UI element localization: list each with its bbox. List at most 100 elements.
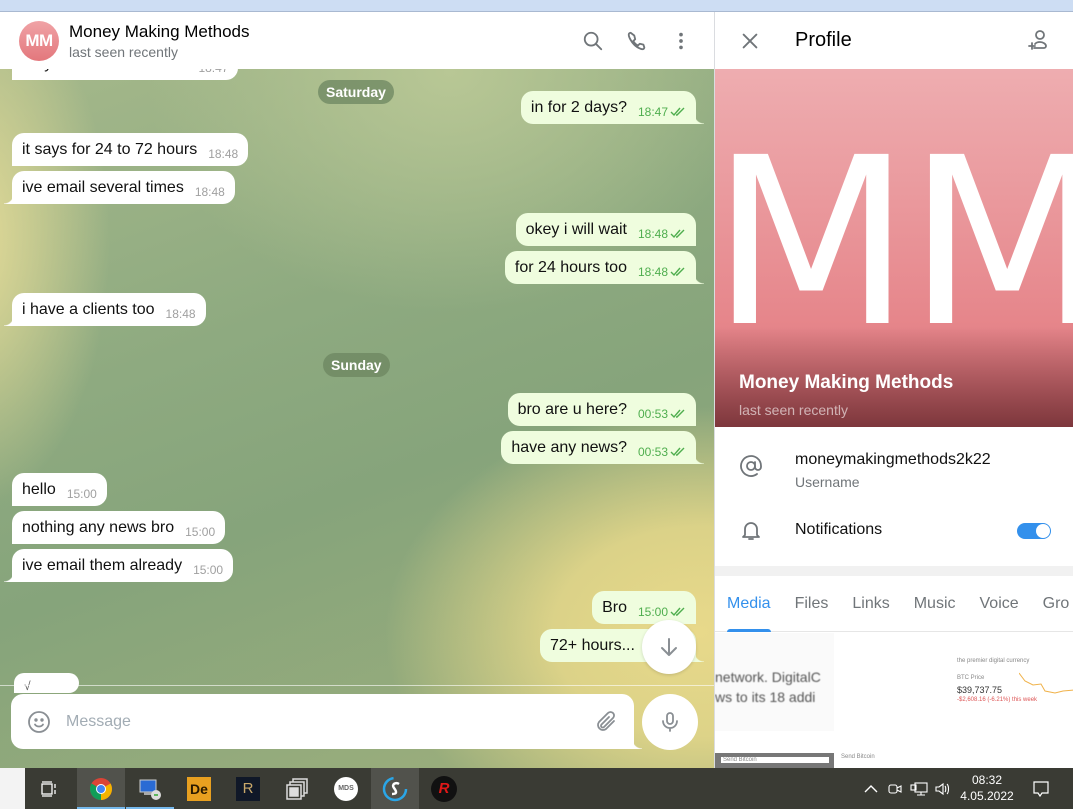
notifications-toggle[interactable]: [1017, 523, 1051, 539]
tray-network[interactable]: [907, 768, 931, 809]
profile-photo-banner[interactable]: MM Money Making Methods last seen recent…: [715, 69, 1073, 427]
media-thumbnail[interactable]: Send Bitcoin: [715, 753, 834, 768]
double-check-icon: [670, 229, 685, 238]
composer-divider: [0, 685, 714, 686]
clock-time: 08:32: [971, 773, 1003, 787]
tab-voice[interactable]: Voice: [968, 576, 1031, 632]
message-outgoing[interactable]: okey i will wait 18:48: [515, 213, 696, 246]
btc-price-sparkline: [1019, 672, 1073, 694]
media-thumbnail[interactable]: Send Bitcoin: [835, 748, 954, 768]
taskbar-clock[interactable]: 08:32 4.05.2022: [955, 772, 1019, 804]
double-check-icon: [670, 447, 685, 456]
message-incoming[interactable]: nothing any news bro 15:00: [12, 511, 226, 544]
arrow-down-icon: [661, 638, 677, 656]
paperclip-icon[interactable]: [594, 710, 618, 739]
scroll-down-button[interactable]: [642, 620, 696, 674]
message-outgoing[interactable]: for 24 hours too 18:48: [504, 251, 705, 284]
more-vertical-icon[interactable]: [668, 28, 694, 54]
username-label: Username: [795, 474, 860, 490]
chevron-up-icon: [864, 784, 878, 792]
profile-name: Money Making Methods: [739, 372, 954, 393]
notifications-label: Notifications: [795, 521, 883, 538]
double-check-icon: [670, 107, 685, 116]
message-incoming[interactable]: ive email them already 15:00: [3, 549, 234, 582]
notification-center-icon: [1033, 780, 1049, 797]
media-thumbnail[interactable]: the premier digital currency BTC Price $…: [955, 633, 1073, 748]
search-icon[interactable]: [580, 28, 606, 54]
chat-area: they have maintenance 18:47 MM Money Mak…: [0, 12, 714, 768]
network-icon: [910, 781, 928, 796]
banner-initials: MM: [715, 108, 1073, 378]
taskbar-chrome[interactable]: [77, 768, 125, 809]
at-sign-icon: [737, 452, 765, 480]
message-incoming[interactable]: i have a clients too 18:48: [4, 293, 206, 326]
action-center[interactable]: [1028, 768, 1054, 809]
date-separator-saturday: Saturday: [318, 80, 394, 104]
message-incoming[interactable]: ive email several times 18:48: [4, 171, 235, 204]
taskbar-r-app[interactable]: R: [224, 768, 272, 809]
tab-media[interactable]: Media: [715, 576, 783, 632]
chat-title[interactable]: Money Making Methods: [69, 22, 249, 42]
s-app-icon: [382, 776, 408, 801]
show-hidden-icons[interactable]: [860, 768, 882, 809]
mds-icon: MDS: [334, 776, 358, 801]
task-view-icon: [41, 780, 56, 797]
message-incoming[interactable]: it says for 24 to 72 hours 18:48: [12, 133, 249, 166]
chat-avatar[interactable]: MM: [19, 21, 59, 61]
media-thumbnail[interactable]: network. DigitalC ws to its 18 addi: [715, 633, 834, 731]
media-grid: network. DigitalC ws to its 18 addi the …: [715, 633, 1073, 768]
chat-header: MM Money Making Methods last seen recent…: [0, 12, 714, 69]
clock-date: 4.05.2022: [960, 789, 1014, 803]
multi-window-icon: [286, 777, 308, 800]
tray-camera[interactable]: [884, 768, 906, 809]
notifications-row[interactable]: Notifications: [715, 508, 1073, 558]
message-incoming-partial: √: [14, 673, 79, 693]
message-outgoing[interactable]: Bro 15:00: [592, 591, 696, 624]
volume-icon: [935, 782, 950, 795]
microphone-icon: [662, 712, 678, 732]
taskbar-remote-desktop[interactable]: [126, 768, 174, 809]
username-row[interactable]: moneymakingmethods2k22 Username: [715, 440, 1073, 500]
message-input[interactable]: [66, 708, 566, 736]
r-app-icon: R: [236, 776, 260, 801]
voice-record-button[interactable]: [642, 694, 698, 750]
taskbar-mds[interactable]: MDS: [322, 768, 370, 809]
browser-toolbar-strip: [0, 0, 1073, 12]
profile-panel: Profile MM Money Making Methods last see…: [714, 12, 1073, 768]
taskbar-s-app[interactable]: [371, 768, 419, 809]
tab-links[interactable]: Links: [840, 576, 901, 632]
date-separator-sunday: Sunday: [323, 353, 390, 377]
add-contact-icon[interactable]: [1027, 28, 1051, 57]
tray-volume[interactable]: [932, 768, 954, 809]
emoji-icon[interactable]: [27, 710, 51, 739]
task-view-button[interactable]: [25, 768, 73, 809]
profile-header: Profile: [715, 12, 1073, 69]
message-outgoing[interactable]: in for 2 days? 18:47: [520, 91, 705, 124]
phone-icon[interactable]: [624, 28, 650, 54]
tab-groups[interactable]: Gro: [1031, 576, 1073, 632]
username-value: moneymakingmethods2k22: [795, 451, 991, 468]
remote-desktop-icon: [139, 779, 161, 800]
message-incoming[interactable]: hello 15:00: [12, 473, 107, 506]
chat-status: last seen recently: [69, 44, 178, 60]
windows-taskbar: De R MDS R 08:32 4.05.2022: [0, 768, 1073, 809]
chrome-icon: [90, 777, 112, 800]
tab-files[interactable]: Files: [783, 576, 841, 632]
double-check-icon: [670, 267, 685, 276]
tab-music[interactable]: Music: [902, 576, 968, 632]
double-check-icon: [670, 607, 685, 616]
message-composer: [11, 694, 642, 749]
taskbar-multi-window[interactable]: [273, 768, 321, 809]
close-icon[interactable]: [739, 30, 761, 57]
profile-status: last seen recently: [739, 402, 848, 418]
redline-icon: R: [431, 775, 457, 802]
taskbar-redline[interactable]: R: [420, 768, 468, 809]
message-outgoing[interactable]: bro are u here? 00:53: [507, 393, 696, 426]
profile-title: Profile: [795, 29, 852, 51]
camera-icon: [888, 783, 902, 794]
message-outgoing[interactable]: have any news? 00:53: [501, 431, 704, 464]
media-tabs: Media Files Links Music Voice Gro: [715, 576, 1073, 632]
media-thumbnail[interactable]: [835, 633, 954, 743]
taskbar-de-app[interactable]: De: [175, 768, 223, 809]
de-app-icon: De: [187, 776, 211, 801]
